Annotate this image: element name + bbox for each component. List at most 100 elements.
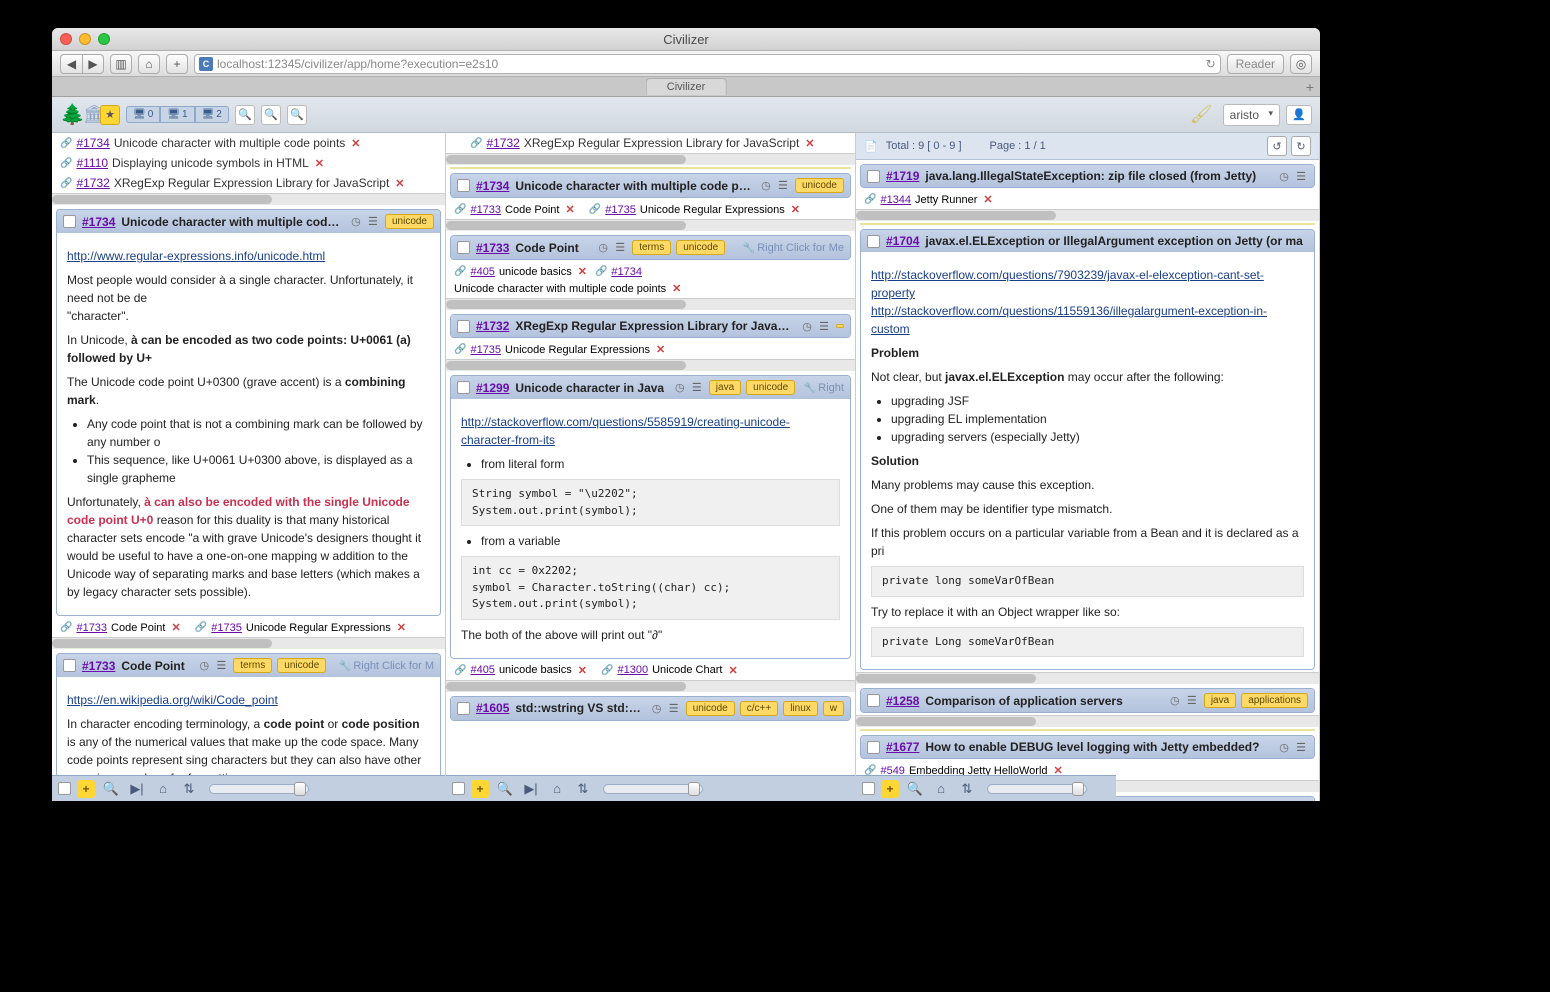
close-icon[interactable]: ✕ — [171, 621, 180, 634]
clock-icon[interactable]: ◷ — [650, 702, 664, 715]
stack-icon[interactable]: ☰ — [613, 241, 627, 254]
reader-button[interactable]: Reader — [1227, 54, 1284, 74]
card-checkbox[interactable] — [867, 741, 880, 754]
close-window-button[interactable] — [60, 33, 72, 45]
url-bar[interactable]: C ↻ — [194, 54, 1221, 74]
body-link[interactable]: http://stackoverflow.com/questions/11559… — [871, 304, 1267, 336]
monitor-1[interactable]: 🖥1 — [160, 106, 194, 123]
tag[interactable]: unicode — [746, 380, 795, 395]
close-icon[interactable]: ✕ — [656, 343, 665, 356]
card-checkbox[interactable] — [867, 694, 880, 707]
user-dropdown[interactable]: aristo — [1223, 104, 1280, 126]
card-checkbox[interactable] — [457, 702, 470, 715]
extensions-button[interactable]: ◎ — [1290, 54, 1312, 74]
clock-icon[interactable]: ◷ — [800, 320, 814, 333]
card-checkbox[interactable] — [457, 241, 470, 254]
close-icon[interactable]: ✕ — [578, 265, 587, 278]
close-icon[interactable]: ✕ — [565, 203, 574, 216]
next-icon[interactable]: ▶| — [127, 779, 147, 799]
ref-link[interactable]: #1732 — [486, 136, 519, 150]
close-icon[interactable]: ✕ — [315, 157, 324, 170]
forward-button[interactable]: ▶ — [82, 54, 104, 74]
card-id-link[interactable]: #1704 — [886, 234, 919, 248]
search-icon[interactable]: 🔍 — [101, 779, 121, 799]
clock-icon[interactable]: ◷ — [349, 215, 363, 228]
minimize-window-button[interactable] — [79, 33, 91, 45]
tag[interactable]: c/c++ — [740, 701, 778, 716]
body-link[interactable]: http://stackoverflow.com/questions/55859… — [461, 415, 790, 447]
monitor-0[interactable]: 🖥0 — [126, 106, 160, 123]
footer-checkbox[interactable] — [452, 782, 465, 795]
card-checkbox[interactable] — [457, 320, 470, 333]
close-icon[interactable]: ✕ — [983, 193, 992, 206]
tag[interactable]: terms — [233, 658, 272, 673]
ref-link[interactable]: #1735 — [211, 622, 242, 634]
body-link[interactable]: https://en.wikipedia.org/wiki/Code_point — [67, 693, 278, 707]
card-id-link[interactable]: #1258 — [886, 694, 919, 708]
zoom-slider[interactable] — [603, 784, 703, 794]
zoom-slider[interactable] — [209, 784, 309, 794]
ref-link[interactable]: #1733 — [76, 622, 107, 634]
ref-link[interactable]: #1732 — [76, 176, 109, 190]
clock-icon[interactable]: ◷ — [197, 659, 211, 672]
add-note-button[interactable]: + — [881, 780, 899, 798]
star-button[interactable]: ★ — [100, 105, 120, 125]
card-id-link[interactable]: #1719 — [886, 169, 919, 183]
tag[interactable]: java — [1204, 693, 1236, 708]
refresh-left-button[interactable]: ↺ — [1267, 136, 1287, 156]
tag[interactable]: linux — [783, 701, 818, 716]
clock-icon[interactable]: ◷ — [1277, 170, 1291, 183]
tag[interactable]: unicode — [385, 214, 434, 229]
close-icon[interactable]: ✕ — [351, 137, 360, 150]
url-input[interactable] — [217, 57, 1202, 71]
close-icon[interactable]: ✕ — [791, 203, 800, 216]
clock-icon[interactable]: ◷ — [1168, 694, 1182, 707]
card-id-link[interactable]: #1733 — [82, 659, 115, 673]
search-icon[interactable]: 🔍 — [495, 779, 515, 799]
refresh-right-button[interactable]: ↻ — [1291, 136, 1311, 156]
stack-icon[interactable]: ☰ — [817, 320, 831, 333]
reload-icon[interactable]: ↻ — [1206, 57, 1216, 71]
tag[interactable]: unicode — [795, 178, 844, 193]
card-id-link[interactable]: #1733 — [476, 241, 509, 255]
close-icon[interactable]: ✕ — [578, 664, 587, 677]
ref-link[interactable]: #1735 — [470, 344, 501, 356]
bookmarks-button[interactable]: ▥ — [110, 54, 132, 74]
browser-tab[interactable]: Civilizer — [646, 78, 727, 95]
clock-icon[interactable]: ◷ — [1277, 741, 1291, 754]
stack-icon[interactable]: ☰ — [1294, 741, 1308, 754]
ref-link[interactable]: #1734 — [611, 266, 642, 278]
tag[interactable]: applications — [1241, 693, 1308, 708]
add-note-button[interactable]: + — [471, 780, 489, 798]
stack-icon[interactable]: ☰ — [1185, 694, 1199, 707]
tag[interactable]: unicode — [686, 701, 735, 716]
card-checkbox[interactable] — [457, 381, 470, 394]
card-id-link[interactable]: #1734 — [82, 215, 115, 229]
card-id-link[interactable]: #1605 — [476, 701, 509, 715]
home-icon[interactable]: ⌂ — [931, 779, 951, 799]
add-note-button[interactable]: + — [77, 780, 95, 798]
ref-link[interactable]: #1734 — [76, 136, 109, 150]
ref-link[interactable]: #1733 — [470, 204, 501, 216]
card-checkbox[interactable] — [457, 179, 470, 192]
stack-icon[interactable]: ☰ — [667, 702, 681, 715]
card-id-link[interactable]: #1732 — [476, 319, 509, 333]
body-link[interactable]: http://www.regular-expressions.info/unic… — [67, 249, 325, 263]
next-icon[interactable]: ▶| — [521, 779, 541, 799]
close-icon[interactable]: ✕ — [672, 282, 681, 295]
tag[interactable]: unicode — [277, 658, 326, 673]
footer-checkbox[interactable] — [862, 782, 875, 795]
card-checkbox[interactable] — [867, 235, 880, 248]
add-button[interactable]: + — [166, 54, 188, 74]
stack-icon[interactable]: ☰ — [366, 215, 380, 228]
zoom-window-button[interactable] — [98, 33, 110, 45]
card-id-link[interactable]: #1734 — [476, 179, 509, 193]
close-icon[interactable]: ✕ — [728, 664, 737, 677]
ref-link[interactable]: #1300 — [618, 664, 649, 676]
resize-handle[interactable] — [1304, 32, 1316, 44]
stack-icon[interactable]: ☰ — [690, 381, 704, 394]
ref-link[interactable]: #405 — [470, 266, 494, 278]
clock-icon[interactable]: ◷ — [759, 179, 773, 192]
footer-checkbox[interactable] — [58, 782, 71, 795]
close-icon[interactable]: ✕ — [805, 137, 814, 150]
